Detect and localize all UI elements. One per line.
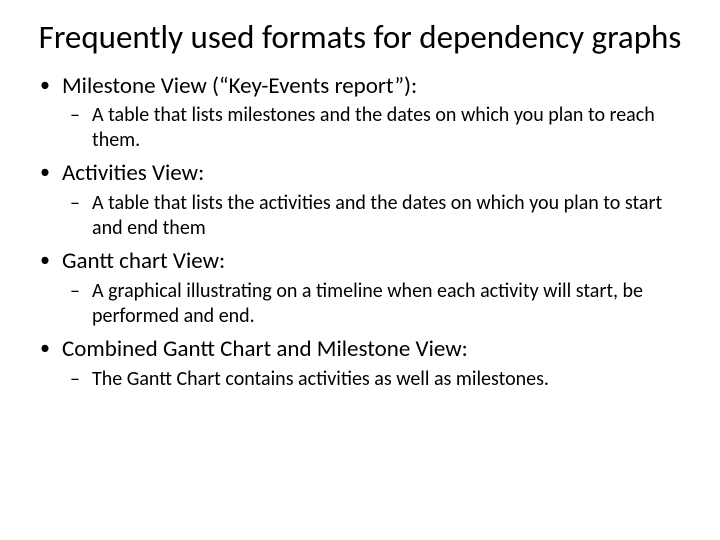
- list-item: Activities View: A table that lists the …: [62, 159, 684, 241]
- item-label: Gantt chart View:: [62, 247, 225, 275]
- slide-title: Frequently used formats for dependency g…: [36, 18, 684, 58]
- sub-list: A graphical illustrating on a timeline w…: [62, 279, 684, 329]
- sub-item: A table that lists the activities and th…: [92, 191, 684, 241]
- list-item: Milestone View (“Key-Events report”): A …: [62, 72, 684, 154]
- sub-item: A graphical illustrating on a timeline w…: [92, 279, 684, 329]
- list-item: Gantt chart View: A graphical illustrati…: [62, 247, 684, 329]
- sub-item: A table that lists milestones and the da…: [92, 103, 684, 153]
- sub-item: The Gantt Chart contains activities as w…: [92, 367, 684, 392]
- list-item: Combined Gantt Chart and Milestone View:…: [62, 335, 684, 392]
- sub-list: The Gantt Chart contains activities as w…: [62, 367, 684, 392]
- sub-list: A table that lists milestones and the da…: [62, 103, 684, 153]
- sub-list: A table that lists the activities and th…: [62, 191, 684, 241]
- item-label: Activities View:: [62, 159, 204, 187]
- item-label: Combined Gantt Chart and Milestone View:: [62, 335, 468, 363]
- item-label: Milestone View (“Key-Events report”):: [62, 72, 417, 100]
- bullet-list: Milestone View (“Key-Events report”): A …: [36, 72, 684, 393]
